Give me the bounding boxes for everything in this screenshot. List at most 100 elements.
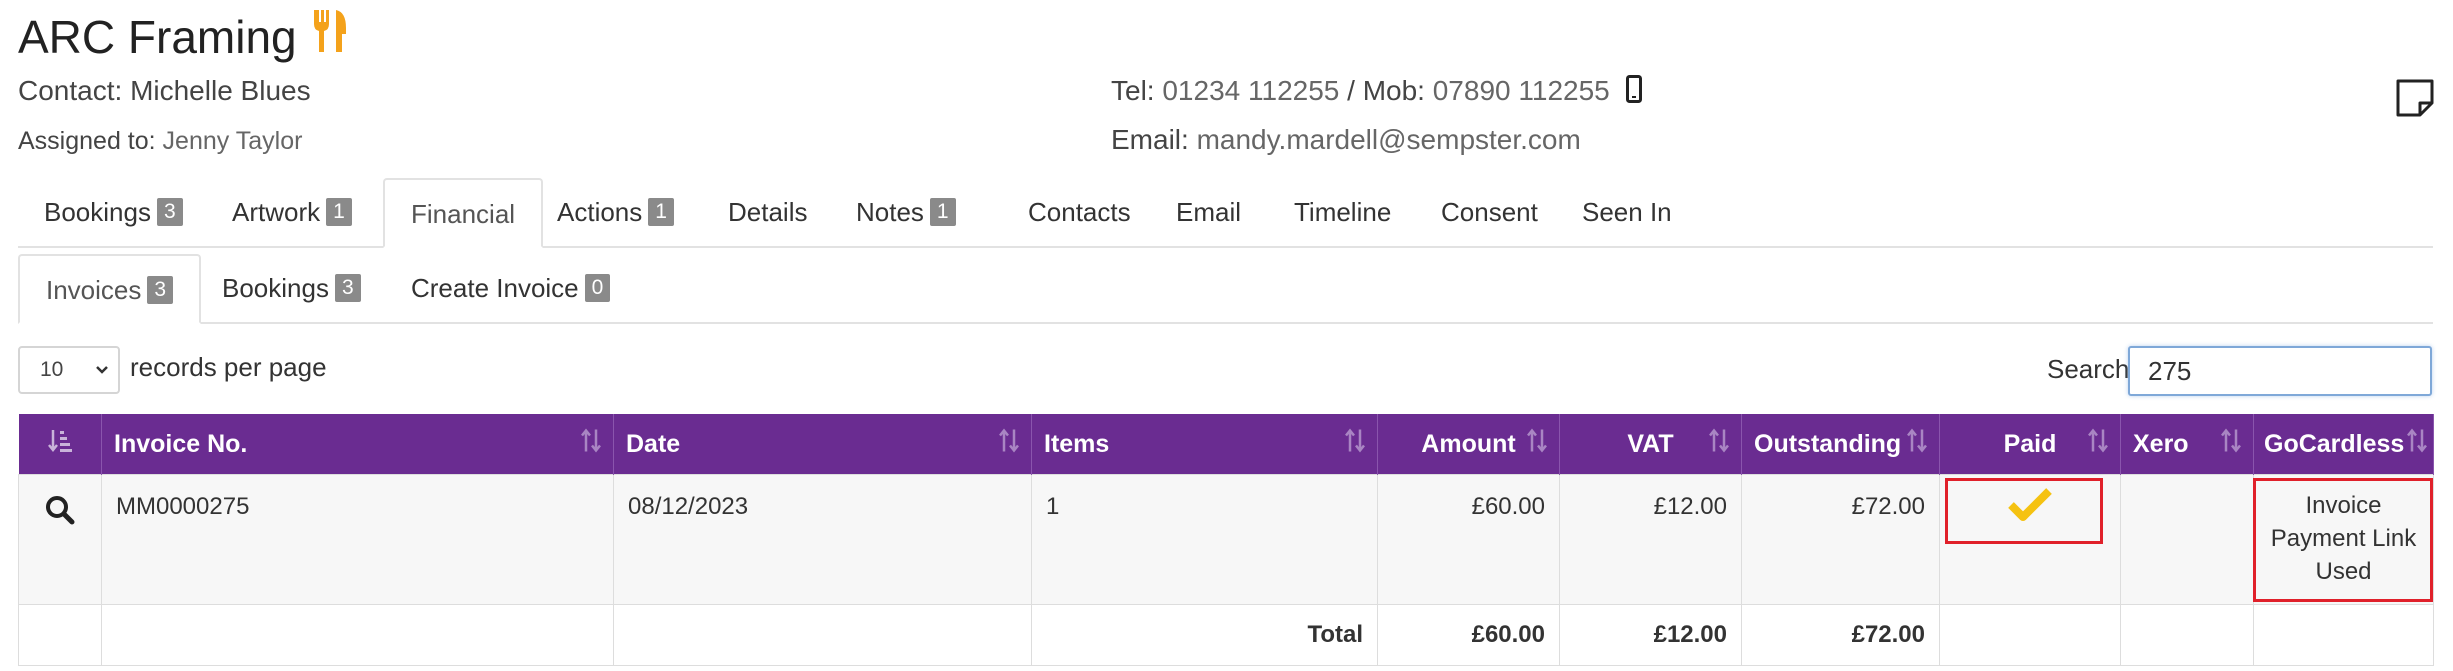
tab-badge: 3 <box>156 198 183 226</box>
tab-label: Contacts <box>1028 197 1131 227</box>
column-label: VAT <box>1627 429 1674 458</box>
vat-cell: £12.00 <box>1559 474 1742 605</box>
tab-details[interactable]: Details <box>702 178 833 246</box>
tel-number[interactable]: 01234 112255 <box>1162 75 1339 106</box>
sort-icon <box>1707 428 1731 461</box>
tab-label: Consent <box>1441 197 1538 227</box>
column-label: Date <box>626 429 681 458</box>
outstanding-cell: £72.00 <box>1741 474 1940 605</box>
total-empty-cell <box>1939 604 2121 666</box>
sort-icon <box>2086 428 2110 461</box>
subtab-label: Create Invoice <box>411 273 579 303</box>
email-line: Email: mandy.mardell@sempster.com <box>1111 124 1581 156</box>
column-header-outstanding[interactable]: Outstanding <box>1741 414 1940 475</box>
column-header-paid[interactable]: Paid <box>1939 414 2121 475</box>
company-name: ARC Framing <box>18 10 297 63</box>
total-label-cell: Total <box>1031 604 1378 666</box>
mob-number[interactable]: 07890 112255 <box>1433 75 1610 106</box>
total-vat-cell: £12.00 <box>1559 604 1742 666</box>
column-header-xero[interactable]: Xero <box>2120 414 2254 475</box>
tab-actions[interactable]: Actions 1 <box>531 178 700 246</box>
column-header-items[interactable]: Items <box>1031 414 1378 475</box>
email-label: Email: <box>1111 124 1189 155</box>
subtab-badge: 0 <box>584 274 611 302</box>
amount-cell: £60.00 <box>1377 474 1560 605</box>
column-header-view[interactable] <box>18 414 102 475</box>
subtab-invoices[interactable]: Invoices 3 <box>18 254 202 324</box>
contact-name: Michelle Blues <box>130 75 311 106</box>
column-label: Outstanding <box>1754 429 1902 458</box>
subtab-label: Invoices <box>46 275 142 305</box>
view-cell <box>18 474 102 605</box>
contact-label: Contact: <box>18 75 123 106</box>
tab-email[interactable]: Email <box>1150 178 1267 246</box>
tab-label: Email <box>1176 197 1242 227</box>
table-header-row: Invoice No. Date Items Amount VAT Outsta… <box>18 414 2434 475</box>
subtab-create-invoice[interactable]: Create Invoice 0 <box>385 254 636 322</box>
mob-label: / Mob: <box>1339 75 1433 106</box>
column-header-invoice-no[interactable]: Invoice No. <box>101 414 614 475</box>
column-label: Items <box>1044 429 1110 458</box>
sort-icon <box>1525 428 1549 461</box>
financial-subtabs: Invoices 3 Bookings 3 Create Invoice 0 <box>18 254 2433 324</box>
sort-icon <box>1905 428 1929 461</box>
total-outstanding-cell: £72.00 <box>1741 604 1940 666</box>
search-label: Search: <box>2047 354 2137 384</box>
sticky-note-icon[interactable] <box>2395 78 2435 123</box>
column-header-date[interactable]: Date <box>613 414 1032 475</box>
email-link[interactable]: mandy.mardell@sempster.com <box>1197 124 1581 155</box>
records-per-page-label: records per page <box>130 352 327 382</box>
total-empty-cell <box>2120 604 2254 666</box>
tab-label: Bookings <box>44 197 151 227</box>
tab-label: Financial <box>411 199 516 229</box>
phone-line: Tel: 01234 112255 / Mob: 07890 112255 <box>1111 75 1642 110</box>
tab-label: Timeline <box>1294 197 1392 227</box>
tab-label: Artwork <box>232 197 321 227</box>
tab-notes[interactable]: Notes 1 <box>830 178 982 246</box>
column-label: Amount <box>1421 429 1516 458</box>
column-label: Invoice No. <box>114 429 248 458</box>
subtab-badge: 3 <box>334 274 361 302</box>
tab-badge: 1 <box>326 198 352 226</box>
chevron-down-icon <box>94 348 110 408</box>
subtab-bookings[interactable]: Bookings 3 <box>196 254 387 322</box>
tab-artwork[interactable]: Artwork 1 <box>206 178 378 246</box>
main-tabs: Bookings 3 Artwork 1 Financial Actions 1 De… <box>18 178 2433 248</box>
tab-financial[interactable]: Financial <box>383 178 544 248</box>
items-cell: 1 <box>1031 474 1378 605</box>
column-header-vat[interactable]: VAT <box>1559 414 1742 475</box>
tab-label: Actions <box>557 197 643 227</box>
date-cell: 08/12/2023 <box>613 474 1032 605</box>
assigned-label: Assigned to: <box>18 127 156 155</box>
tab-label: Seen In <box>1582 197 1672 227</box>
subtab-label: Bookings <box>222 273 329 303</box>
page-size-select[interactable]: 10 <box>18 346 120 394</box>
column-label: Xero <box>2133 429 2189 458</box>
column-label: Paid <box>2003 429 2057 458</box>
tab-contacts[interactable]: Contacts <box>1002 178 1157 246</box>
paid-highlight-box <box>1945 478 2103 544</box>
tab-consent[interactable]: Consent <box>1415 178 1564 246</box>
page-size-value: 10 <box>40 358 64 381</box>
search-icon[interactable] <box>45 495 75 532</box>
restaurant-icon <box>311 8 349 65</box>
assigned-line: Assigned to: Jenny Taylor <box>18 127 302 156</box>
tab-timeline[interactable]: Timeline <box>1268 178 1417 246</box>
sort-active-icon <box>47 428 73 461</box>
column-header-amount[interactable]: Amount <box>1377 414 1560 475</box>
tab-badge: 1 <box>929 198 956 226</box>
tab-badge: 1 <box>648 198 674 226</box>
company-title: ARC Framing <box>18 8 349 65</box>
total-empty-cell <box>2253 604 2434 666</box>
sort-icon <box>2405 428 2429 461</box>
sort-icon <box>1343 428 1367 461</box>
total-amount-cell: £60.00 <box>1377 604 1560 666</box>
subtab-badge: 3 <box>147 276 174 304</box>
tab-bookings[interactable]: Bookings 3 <box>18 178 209 246</box>
column-header-gocardless[interactable]: GoCardless <box>2253 414 2434 475</box>
gocardless-highlight-box <box>2253 478 2433 602</box>
column-label: GoCardless <box>2264 429 2405 458</box>
tab-seen-in[interactable]: Seen In <box>1556 178 1698 246</box>
search-input[interactable] <box>2128 346 2432 396</box>
tab-label: Details <box>728 197 808 227</box>
